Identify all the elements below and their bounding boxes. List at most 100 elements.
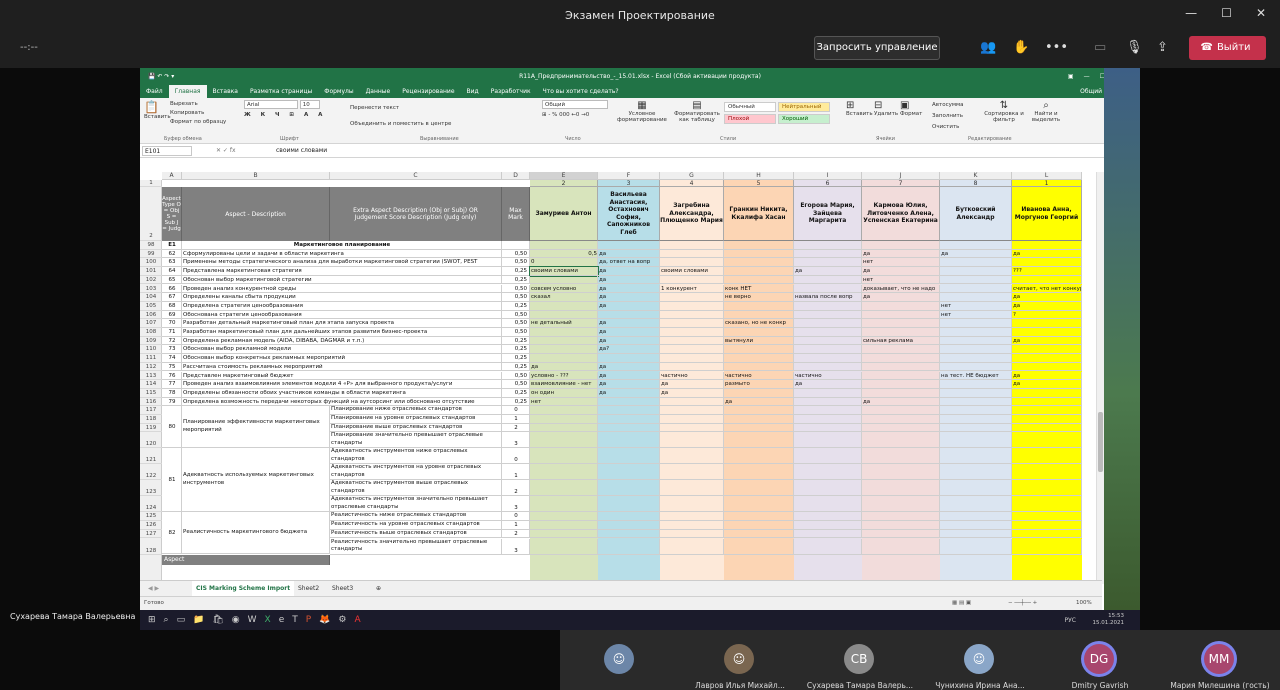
cell-team-score[interactable]	[940, 267, 1012, 276]
cell-team-score[interactable]	[1012, 275, 1082, 285]
column-header[interactable]: K	[940, 172, 1012, 180]
cell-team-score[interactable]: да	[660, 388, 724, 398]
cell-judgement-score[interactable]: 0	[502, 406, 530, 415]
cell-team-score[interactable]	[1012, 464, 1082, 481]
search-icon[interactable]: ⌕	[164, 615, 169, 625]
column-header[interactable]: D	[502, 172, 530, 180]
cell-team-score[interactable]: да	[940, 249, 1012, 259]
conditional-format-button[interactable]: ▦ Условное форматирование	[616, 100, 668, 123]
cell-team-score[interactable]	[660, 336, 724, 346]
cell-team-score[interactable]: своими словами	[529, 266, 599, 277]
cell-aspect-description[interactable]: Обоснован выбор конкретных рекламных мер…	[182, 354, 502, 363]
cell-judgement-score[interactable]: 0	[502, 512, 530, 522]
cell-aspect-id[interactable]: 72	[162, 336, 182, 346]
cell-team-score[interactable]: нет	[940, 301, 1012, 311]
cell-team-score[interactable]	[794, 521, 862, 530]
cell-aspect-id[interactable]: 77	[162, 380, 182, 389]
cell-team-score[interactable]: нет	[862, 258, 940, 268]
cell-team-score[interactable]	[862, 496, 940, 513]
column-header[interactable]: C	[330, 172, 502, 180]
cell-team-score[interactable]	[1012, 397, 1082, 407]
cell-team-score[interactable]	[660, 415, 724, 424]
participant-tile[interactable]: ☺ Лавров Илья Михайл...	[680, 630, 800, 690]
cell-aspect-description[interactable]: Проведен анализ конкурентной среды	[182, 284, 502, 294]
cell-team-score[interactable]: да	[660, 380, 724, 389]
cell-team-score[interactable]: не детальный	[530, 319, 598, 328]
autosum-button[interactable]: Автосумма	[932, 100, 964, 111]
cell-team-score[interactable]	[794, 388, 862, 398]
cell-judgement-description[interactable]: Адекватность инструментов значительно пр…	[330, 496, 502, 513]
column-header[interactable]: J	[862, 172, 940, 180]
cell-team-score[interactable]	[1012, 406, 1082, 415]
tab-data[interactable]: Данные	[360, 85, 397, 98]
cell-team-score[interactable]: 0	[530, 258, 598, 268]
cell-team-score[interactable]: частично	[794, 371, 862, 381]
delete-cells-button[interactable]: ⊟ Удалить	[874, 100, 898, 117]
cell-team-score[interactable]	[660, 293, 724, 302]
cell-team-score[interactable]	[940, 529, 1012, 539]
cell-judgement-score[interactable]: 2	[502, 529, 530, 539]
cell-team-score[interactable]: сказано, но не конкр	[724, 319, 794, 328]
folder-icon[interactable]: 📁	[193, 615, 204, 625]
cell-max-mark[interactable]: 0,25	[502, 397, 530, 407]
cell-team-score[interactable]	[940, 362, 1012, 372]
firefox-icon[interactable]: 🦊	[319, 615, 330, 625]
cell-team-score[interactable]	[660, 258, 724, 268]
cell-team-score[interactable]	[724, 538, 794, 555]
cell-judgement-score[interactable]: 3	[502, 496, 530, 513]
cell-team-score[interactable]	[862, 328, 940, 337]
cell-team-score[interactable]	[598, 529, 660, 539]
column-header[interactable]: B	[182, 172, 330, 180]
cell-team-score[interactable]	[660, 301, 724, 311]
cell-team-score[interactable]	[530, 538, 598, 555]
close-icon[interactable]: ✕	[1256, 6, 1266, 20]
cell-aspect-description[interactable]: Обоснован выбор маркетинговой стратегии	[182, 275, 502, 285]
mic-off-icon[interactable]: 🎙	[1126, 40, 1143, 55]
cell-team-score[interactable]: да	[598, 336, 660, 346]
cell-judgement-description[interactable]: Планирование значительно превышает отрас…	[330, 432, 502, 449]
cell-team-score[interactable]	[794, 512, 862, 522]
cell-max-mark[interactable]: 0,50	[502, 328, 530, 337]
cell-aspect-description[interactable]: Планирование эффективности маркетинговых…	[182, 406, 330, 449]
cell-max-mark[interactable]: 0,25	[502, 354, 530, 363]
cell-team-score[interactable]	[530, 464, 598, 481]
tab-insert[interactable]: Вставка	[207, 85, 244, 98]
cell-team-score[interactable]: да	[598, 328, 660, 337]
cell-team-score[interactable]	[530, 345, 598, 355]
cell-team-score[interactable]: да	[1012, 301, 1082, 311]
cell-team-score[interactable]	[660, 512, 724, 522]
cell-aspect-id[interactable]: 78	[162, 388, 182, 398]
cell-aspect-id[interactable]: 68	[162, 301, 182, 311]
cell-team-score[interactable]	[794, 415, 862, 424]
cell-aspect-id[interactable]: 80	[162, 406, 182, 449]
cell-team-score[interactable]	[794, 258, 862, 268]
tab-formulas[interactable]: Формулы	[318, 85, 359, 98]
cell-team-score[interactable]	[1012, 258, 1082, 268]
cell-team-score[interactable]	[724, 241, 794, 250]
cell-team-score[interactable]	[1012, 480, 1082, 497]
cell-team-score[interactable]	[862, 310, 940, 320]
cell-max-mark[interactable]: 0,50	[502, 293, 530, 302]
cell-team-score[interactable]: совсем условно	[530, 284, 598, 294]
leave-button[interactable]: ☎ Выйти	[1189, 36, 1266, 60]
cell-aspect-description[interactable]: Обоснован выбор рекламной модели	[182, 345, 502, 355]
cell-team-score[interactable]	[862, 301, 940, 311]
cell-team-score[interactable]	[660, 464, 724, 481]
cell-team-score[interactable]	[794, 480, 862, 497]
cell-team-score[interactable]	[794, 301, 862, 311]
cell-aspect-id[interactable]: 81	[162, 448, 182, 513]
edge-icon[interactable]: e	[279, 615, 285, 625]
cell-team-score[interactable]	[660, 362, 724, 372]
windows-start-icon[interactable]: ⊞	[148, 615, 156, 625]
cell-team-score[interactable]	[724, 521, 794, 530]
style-good[interactable]: Хороший	[778, 114, 830, 124]
cell-aspect-description[interactable]: Определена возможность передачи некоторы…	[182, 397, 502, 407]
cell-team-score[interactable]	[940, 432, 1012, 449]
share-screen-icon[interactable]: ⇪	[1157, 40, 1168, 55]
fx-icon[interactable]: ✕ ✓ fx	[216, 144, 236, 158]
cell-team-score[interactable]	[530, 328, 598, 337]
cell-aspect-id[interactable]: 74	[162, 354, 182, 363]
cell-team-score[interactable]	[794, 319, 862, 328]
cell-team-score[interactable]: считает, что нет конкуре	[1012, 284, 1082, 294]
cell-aspect-description[interactable]: Определены обязанности обоих участников …	[182, 388, 502, 398]
